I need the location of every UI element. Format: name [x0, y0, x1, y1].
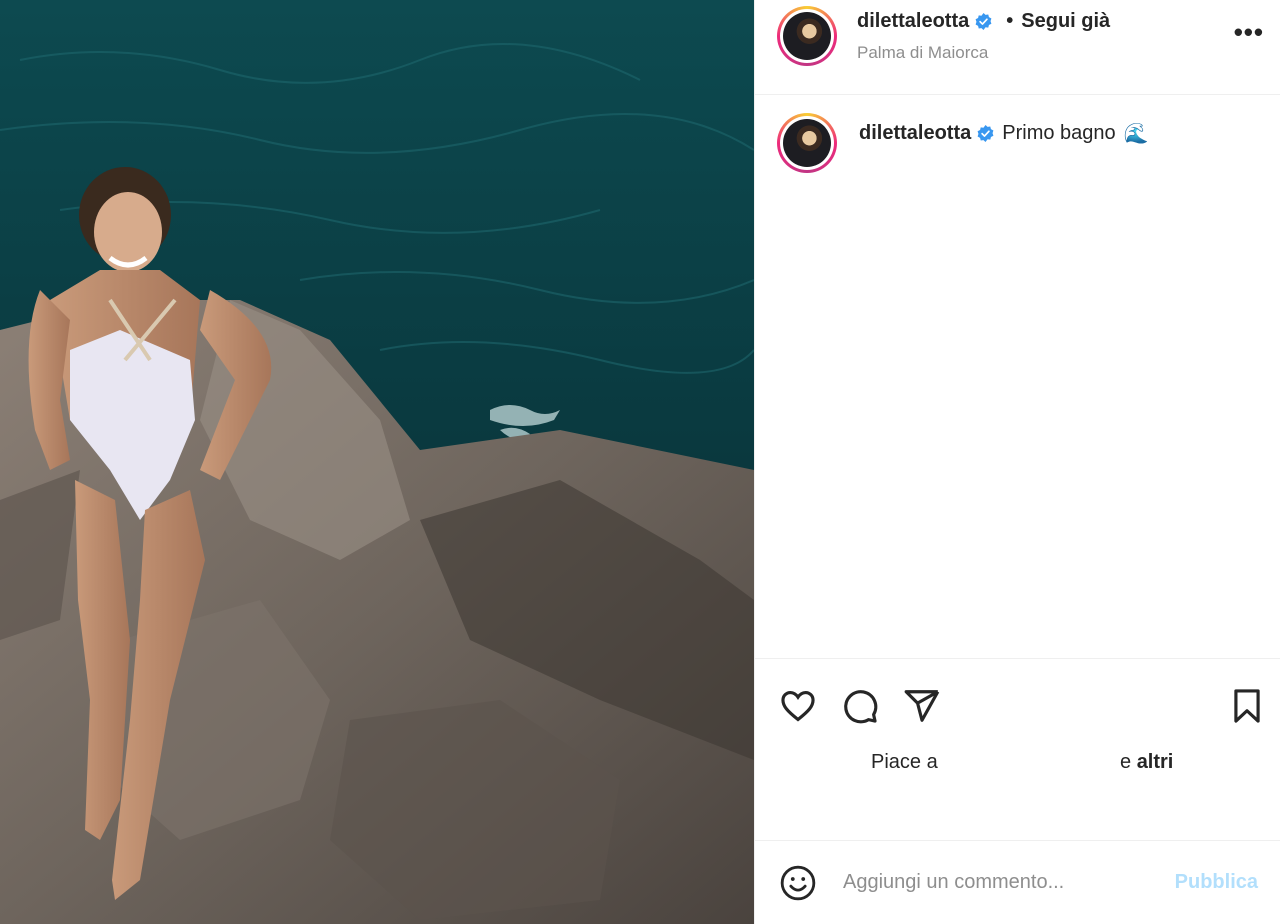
author-avatar[interactable] [777, 6, 837, 66]
more-options-icon[interactable]: ••• [1234, 19, 1264, 45]
post-sidebar: dilettaleotta • Segui già Palma di Maior… [754, 0, 1280, 924]
caption: dilettaleotta Primo bagno 🌊 [859, 113, 1149, 146]
caption-row: dilettaleotta Primo bagno 🌊 [777, 113, 1264, 173]
bookmark-icon[interactable] [1228, 687, 1266, 725]
post-location[interactable]: Palma di Maiorca [857, 43, 1110, 63]
verified-badge-icon [975, 13, 992, 30]
publish-button[interactable]: Pubblica [1175, 871, 1258, 894]
emoji-icon[interactable] [779, 864, 817, 902]
action-bar [755, 659, 1280, 729]
comments-area: dilettaleotta Primo bagno 🌊 [755, 95, 1280, 658]
wave-emoji: 🌊 [1123, 123, 1149, 145]
caption-username[interactable]: dilettaleotta [859, 122, 971, 145]
avatar-image [783, 119, 831, 167]
avatar-image [783, 12, 831, 60]
share-icon[interactable] [903, 687, 941, 725]
comment-input[interactable] [843, 871, 1175, 894]
caption-text: Primo bagno [1002, 122, 1116, 144]
heart-icon[interactable] [779, 687, 817, 725]
likes-others[interactable]: e altri [1120, 751, 1173, 774]
separator-dot: • [1006, 10, 1014, 32]
likes-summary: Piace a e altri [755, 751, 1280, 781]
following-status-button[interactable]: Segui già [1021, 10, 1110, 33]
author-username[interactable]: dilettaleotta [857, 10, 969, 33]
actions-section: Piace a e altri [755, 658, 1280, 840]
header-text: dilettaleotta • Segui già Palma di Maior… [857, 6, 1110, 63]
post-header: dilettaleotta • Segui già Palma di Maior… [755, 0, 1280, 95]
add-comment-bar: Pubblica [755, 840, 1280, 924]
beach-photo-image [0, 0, 754, 924]
caption-author-avatar[interactable] [777, 113, 837, 173]
post-photo[interactable] [0, 0, 754, 924]
verified-badge-icon [977, 125, 994, 142]
likes-prefix: Piace a [871, 751, 938, 773]
comment-icon[interactable] [841, 687, 879, 725]
instagram-post: dilettaleotta • Segui già Palma di Maior… [0, 0, 1280, 924]
